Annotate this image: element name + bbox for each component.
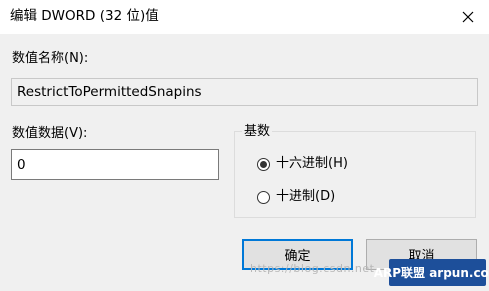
- radio-decimal[interactable]: 十进制(D): [257, 189, 335, 205]
- radio-button-checked[interactable]: [257, 157, 270, 171]
- close-button[interactable]: [447, 0, 489, 34]
- value-name-label: 数值名称(N):: [12, 51, 89, 66]
- watermark-badge: ARP联盟 arpun.com: [374, 259, 489, 286]
- radio-button-unchecked[interactable]: [257, 190, 270, 204]
- radio-decimal-label: 十进制(D): [276, 189, 336, 204]
- window-title: 编辑 DWORD (32 位)值: [10, 8, 159, 24]
- title-bar: 编辑 DWORD (32 位)值: [0, 0, 489, 34]
- value-data-field[interactable]: [11, 149, 219, 180]
- watermark-url: https://blog.csdn.net: [250, 262, 375, 275]
- radio-hexadecimal-label: 十六进制(H): [276, 156, 348, 171]
- base-label: 基数: [242, 124, 273, 140]
- close-icon: [462, 11, 474, 23]
- value-name-field[interactable]: [11, 78, 478, 106]
- value-data-label: 数值数据(V):: [12, 126, 88, 141]
- radio-hexadecimal[interactable]: 十六进制(H): [257, 156, 348, 172]
